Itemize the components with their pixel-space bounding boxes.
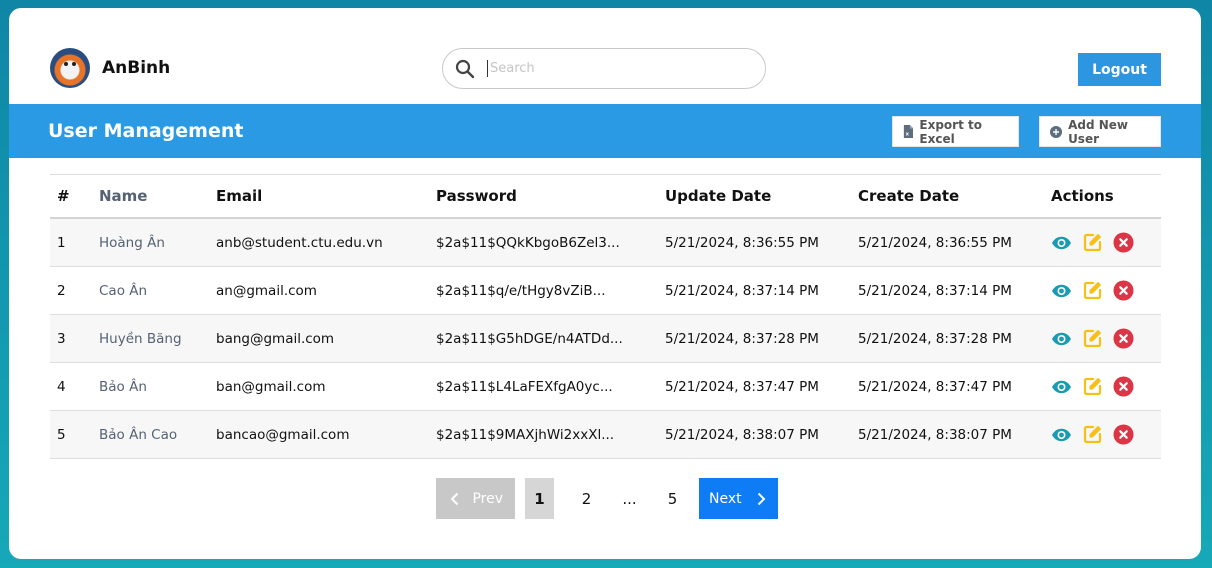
- edit-icon[interactable]: [1082, 328, 1103, 349]
- users-table: # Name Email Password Update Date Create…: [50, 174, 1161, 459]
- row-create-date: 5/21/2024, 8:38:07 PM: [858, 410, 1051, 459]
- row-actions: [1051, 362, 1161, 411]
- eye-icon[interactable]: [1051, 280, 1072, 301]
- page-2[interactable]: 2: [572, 478, 601, 519]
- table-row: 2 Cao Ân an@gmail.com $2a$11$q/e/tHgy8vZiB.…: [50, 266, 1161, 315]
- row-password: $2a$11$q/e/tHgy8vZiB...: [436, 266, 665, 315]
- row-number: 3: [50, 314, 99, 363]
- col-header-actions: Actions: [1051, 174, 1161, 219]
- col-header-create-date: Create Date: [858, 174, 1051, 219]
- main-card: AnBinh Logout User Management x Export t…: [9, 8, 1201, 559]
- page-ellipsis: ...: [622, 489, 637, 508]
- row-number: 5: [50, 410, 99, 459]
- col-header-number: #: [50, 174, 99, 219]
- table-row: 1 Hoàng Ân anb@student.ctu.edu.vn $2a$11$QQ…: [50, 218, 1161, 267]
- search-input[interactable]: [487, 60, 742, 77]
- row-password: $2a$11$L4LaFEXfgA0yc...: [436, 362, 665, 411]
- row-password: $2a$11$9MAXjhWi2xxXl...: [436, 410, 665, 459]
- actions-group: [1051, 376, 1161, 397]
- row-name: Bảo Ân Cao: [99, 410, 216, 459]
- prev-page-button[interactable]: Prev: [436, 478, 515, 519]
- search-box: [442, 48, 766, 89]
- col-header-password: Password: [436, 174, 665, 219]
- row-actions: [1051, 266, 1161, 315]
- row-email: an@gmail.com: [216, 266, 436, 315]
- title-bar: User Management x Export to Excel Add Ne…: [9, 104, 1201, 158]
- row-email: bancao@gmail.com: [216, 410, 436, 459]
- actions-group: [1051, 328, 1161, 349]
- row-password: $2a$11$QQkKbgoB6Zel3...: [436, 218, 665, 267]
- page-1[interactable]: 1: [525, 478, 554, 519]
- edit-icon[interactable]: [1082, 376, 1103, 397]
- col-header-name: Name: [99, 174, 216, 219]
- row-update-date: 5/21/2024, 8:37:47 PM: [665, 362, 858, 411]
- page-5[interactable]: 5: [658, 478, 687, 519]
- actions-group: [1051, 232, 1161, 253]
- delete-icon[interactable]: [1113, 424, 1134, 445]
- row-password: $2a$11$G5hDGE/n4ATDd...: [436, 314, 665, 363]
- col-header-email: Email: [216, 174, 436, 219]
- chevron-left-icon: [450, 492, 459, 505]
- row-update-date: 5/21/2024, 8:36:55 PM: [665, 218, 858, 267]
- eye-icon[interactable]: [1051, 424, 1072, 445]
- row-number: 1: [50, 218, 99, 267]
- row-email: anb@student.ctu.edu.vn: [216, 218, 436, 267]
- table-row: 4 Bảo Ân ban@gmail.com $2a$11$L4LaFEXfgA0yc…: [50, 362, 1161, 411]
- row-update-date: 5/21/2024, 8:37:14 PM: [665, 266, 858, 315]
- username: AnBinh: [102, 58, 171, 78]
- prev-label: Prev: [472, 490, 503, 507]
- next-page-button[interactable]: Next: [699, 478, 778, 519]
- eye-icon[interactable]: [1051, 376, 1072, 397]
- chevron-right-icon: [757, 492, 766, 505]
- row-create-date: 5/21/2024, 8:36:55 PM: [858, 218, 1051, 267]
- avatar[interactable]: [50, 48, 90, 88]
- row-name: Cao Ân: [99, 266, 216, 315]
- add-user-button[interactable]: Add New User: [1039, 116, 1161, 147]
- row-name: Hoàng Ân: [99, 218, 216, 267]
- next-label: Next: [709, 490, 742, 507]
- col-header-update-date: Update Date: [665, 174, 858, 219]
- plus-circle-icon: [1050, 125, 1063, 138]
- row-create-date: 5/21/2024, 8:37:28 PM: [858, 314, 1051, 363]
- logout-button[interactable]: Logout: [1078, 53, 1161, 86]
- row-name: Huyền Băng: [99, 314, 216, 363]
- row-actions: [1051, 410, 1161, 459]
- table-row: 3 Huyền Băng bang@gmail.com $2a$11$G5hDGE/n…: [50, 314, 1161, 363]
- row-create-date: 5/21/2024, 8:37:14 PM: [858, 266, 1051, 315]
- page-title: User Management: [48, 120, 244, 142]
- eye-icon[interactable]: [1051, 328, 1072, 349]
- table-header-row: # Name Email Password Update Date Create…: [50, 174, 1161, 219]
- add-user-label: Add New User: [1068, 117, 1128, 146]
- row-name: Bảo Ân: [99, 362, 216, 411]
- pagination: Prev 1 2 ... 5 Next: [436, 478, 778, 519]
- brand: AnBinh: [50, 48, 170, 88]
- row-update-date: 5/21/2024, 8:37:28 PM: [665, 314, 858, 363]
- top-bar: AnBinh Logout: [9, 8, 1201, 104]
- export-excel-button[interactable]: x Export to Excel: [892, 116, 1019, 147]
- row-number: 2: [50, 266, 99, 315]
- export-label: Export to Excel: [919, 117, 982, 146]
- edit-icon[interactable]: [1082, 280, 1103, 301]
- row-create-date: 5/21/2024, 8:37:47 PM: [858, 362, 1051, 411]
- row-update-date: 5/21/2024, 8:38:07 PM: [665, 410, 858, 459]
- row-actions: [1051, 314, 1161, 363]
- actions-group: [1051, 280, 1161, 301]
- row-email: ban@gmail.com: [216, 362, 436, 411]
- search-icon: [455, 59, 475, 78]
- row-email: bang@gmail.com: [216, 314, 436, 363]
- delete-icon[interactable]: [1113, 232, 1134, 253]
- excel-file-icon: x: [903, 124, 914, 139]
- edit-icon[interactable]: [1082, 232, 1103, 253]
- edit-icon[interactable]: [1082, 424, 1103, 445]
- delete-icon[interactable]: [1113, 328, 1134, 349]
- actions-group: [1051, 424, 1161, 445]
- row-number: 4: [50, 362, 99, 411]
- delete-icon[interactable]: [1113, 376, 1134, 397]
- table-row: 5 Bảo Ân Cao bancao@gmail.com $2a$11$9MAXjh…: [50, 410, 1161, 459]
- row-actions: [1051, 218, 1161, 267]
- delete-icon[interactable]: [1113, 280, 1134, 301]
- eye-icon[interactable]: [1051, 232, 1072, 253]
